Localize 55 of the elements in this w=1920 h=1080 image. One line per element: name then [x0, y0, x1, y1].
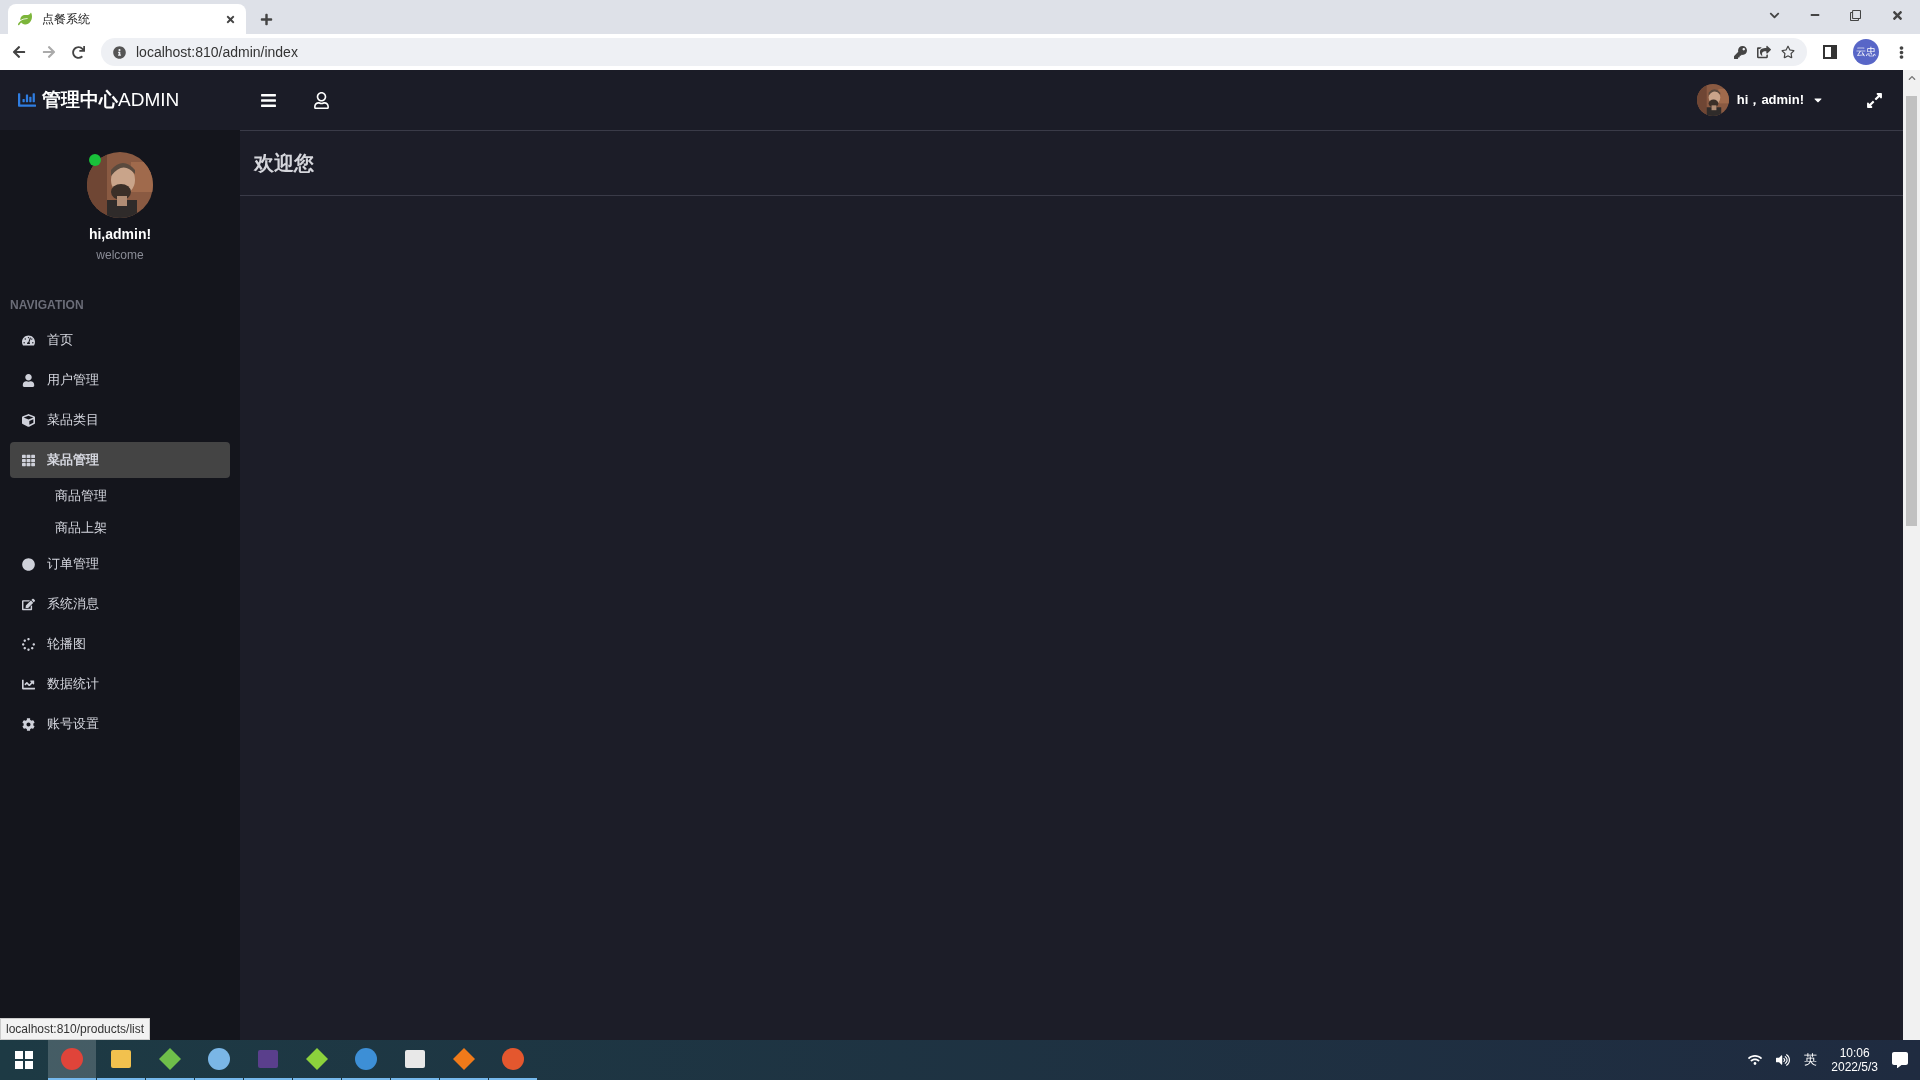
reload-button[interactable] — [72, 45, 85, 59]
back-button[interactable] — [12, 45, 26, 59]
profile-badge[interactable]: 云忠 — [1853, 39, 1879, 65]
user-icon[interactable] — [313, 91, 330, 109]
fullscreen-button[interactable] — [1866, 91, 1883, 109]
notification-icon[interactable] — [1892, 1052, 1908, 1068]
nav-item[interactable]: 账号设置 — [10, 706, 230, 742]
key-icon[interactable] — [1734, 45, 1747, 59]
status-url: localhost:810/products/list — [0, 1018, 151, 1040]
url-text: localhost:810/admin/index — [136, 44, 299, 60]
user-menu[interactable]: hi，admin! — [1690, 83, 1830, 117]
nav-item[interactable]: 系统消息 — [10, 586, 230, 622]
close-button[interactable] — [1891, 8, 1904, 22]
edit-icon — [22, 597, 35, 611]
tab-title: 点餐系统 — [42, 10, 91, 28]
side-panel-button[interactable] — [1823, 45, 1837, 59]
profile-subtitle: welcome — [96, 248, 144, 262]
nav-item[interactable]: 轮播图 — [10, 626, 230, 662]
bar-chart-icon — [18, 91, 36, 109]
windows-icon — [15, 1051, 33, 1069]
wifi-icon[interactable] — [1748, 1053, 1763, 1067]
menu-button[interactable] — [260, 91, 277, 109]
scrollbar[interactable] — [1903, 70, 1920, 1040]
info-icon — [113, 45, 126, 59]
user-icon — [22, 373, 35, 387]
page-title: 欢迎您 — [254, 150, 314, 176]
gauge-icon — [22, 333, 35, 347]
spinner-icon — [22, 637, 35, 651]
clock[interactable]: 10:06 2022/5/3 — [1831, 1046, 1878, 1074]
cube-icon — [22, 413, 35, 427]
grid-icon — [22, 453, 35, 467]
nav-heading: NAVIGATION — [10, 298, 85, 312]
address-bar[interactable]: localhost:810/admin/index — [101, 38, 1807, 66]
profile-name: hi,admin! — [88, 226, 152, 242]
new-tab-button[interactable] — [260, 13, 273, 26]
input-method-indicator[interactable]: 英 — [1804, 1051, 1818, 1069]
leaf-icon — [18, 12, 32, 26]
nav-subitem[interactable]: 商品管理 — [0, 480, 240, 512]
nav-item[interactable]: 首页 — [10, 322, 230, 358]
brand-title: 管理中心ADMIN — [42, 88, 180, 112]
scroll-up-icon[interactable] — [1907, 74, 1916, 82]
nav-item[interactable]: 数据统计 — [10, 666, 230, 702]
volume-icon[interactable] — [1776, 1053, 1791, 1067]
bookmark-star-icon[interactable] — [1781, 45, 1795, 59]
line-chart-icon — [22, 677, 35, 691]
close-tab-button[interactable] — [225, 13, 236, 25]
nav-item[interactable]: 菜品类目 — [10, 402, 230, 438]
nav-item[interactable]: 用户管理 — [10, 362, 230, 398]
browser-tab[interactable]: 点餐系统 — [8, 4, 246, 34]
share-icon[interactable] — [1757, 45, 1771, 59]
settings-icon — [22, 717, 35, 731]
restore-button[interactable] — [1850, 9, 1861, 21]
nav-subitem[interactable]: 商品上架 — [0, 512, 240, 544]
nav-item[interactable]: 订单管理 — [10, 546, 230, 582]
nav-item[interactable]: 菜品管理 — [10, 442, 230, 478]
